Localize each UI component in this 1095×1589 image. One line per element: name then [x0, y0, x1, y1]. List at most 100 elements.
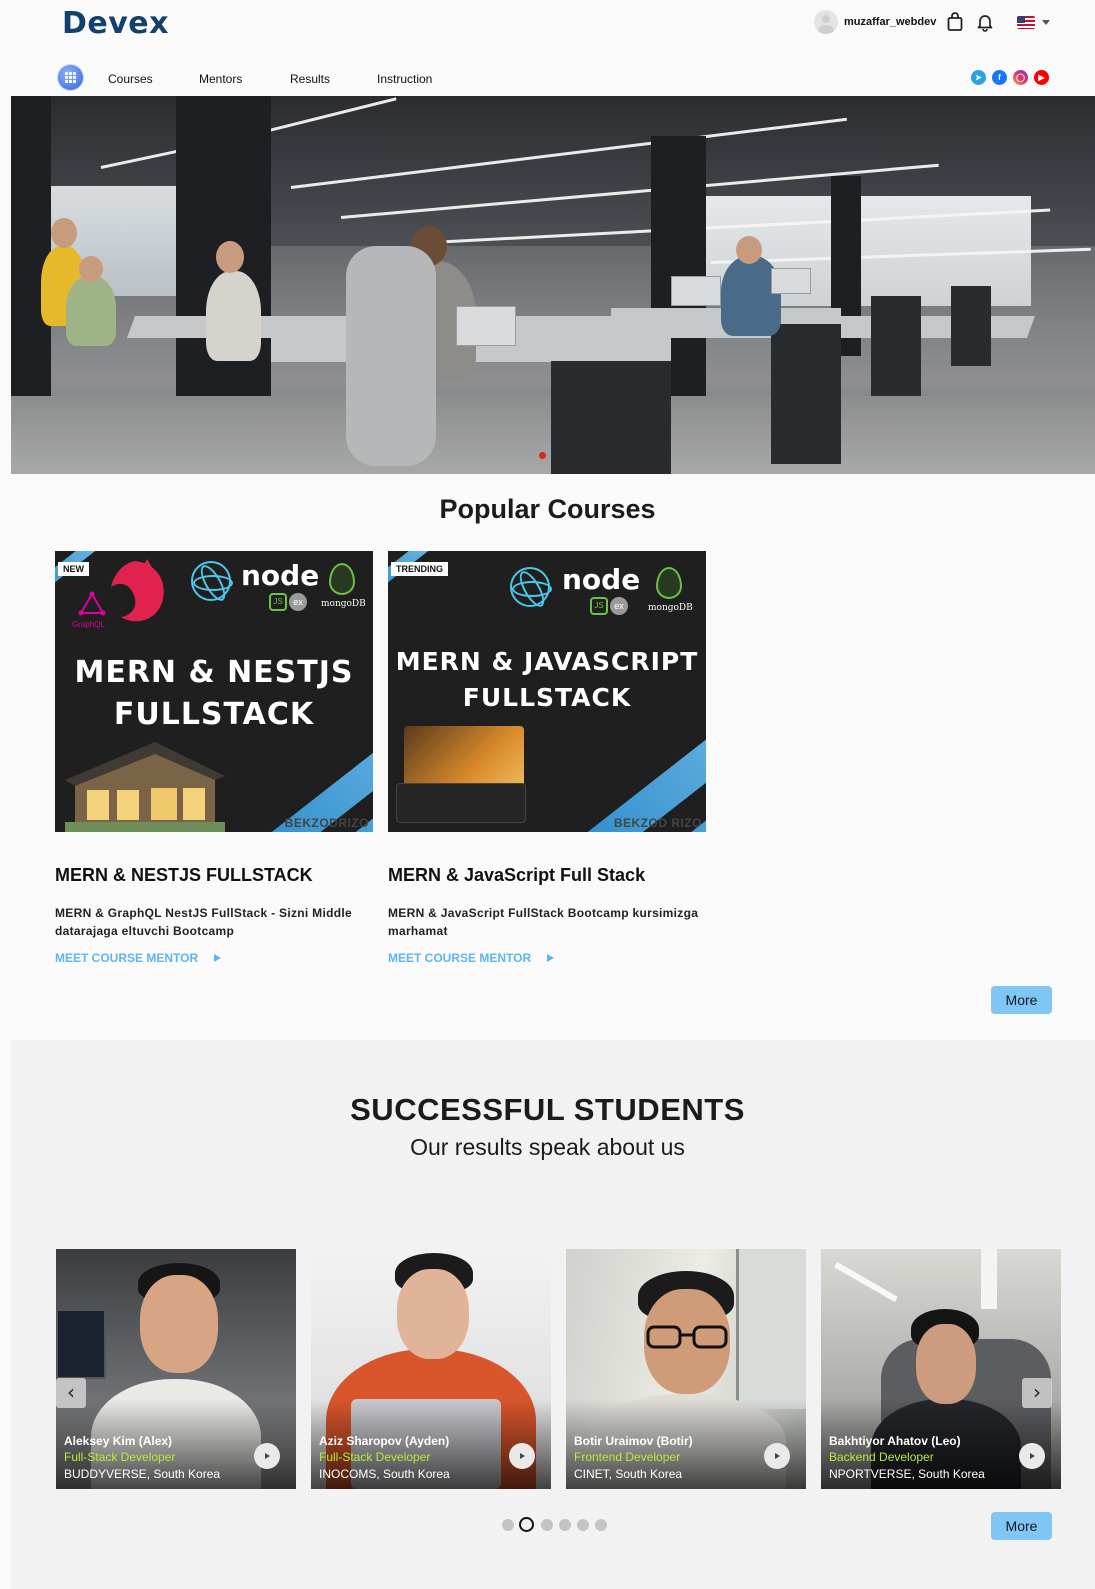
- course-title[interactable]: MERN & JavaScript Full Stack: [388, 865, 645, 886]
- main-nav: Courses Mentors Results Instruction ➤ f …: [0, 62, 1095, 94]
- chevron-right-icon[interactable]: ›: [1022, 1378, 1052, 1408]
- student-card[interactable]: Botir Uraimov (Botir) Frontend Developer…: [566, 1249, 806, 1489]
- student-card[interactable]: Bakhtiyor Ahatov (Leo) Backend Developer…: [821, 1249, 1061, 1489]
- hero-laptop: [456, 306, 516, 346]
- nav-results[interactable]: Results: [290, 72, 330, 86]
- student-company: BUDDYVERSE, South Korea: [64, 1467, 221, 1481]
- carousel-dot[interactable]: [595, 1519, 607, 1531]
- course-tag: NEW: [58, 562, 89, 576]
- glasses-icon: [646, 1325, 728, 1349]
- student-name: Bakhtiyor Ahatov (Leo): [829, 1434, 961, 1448]
- student-card[interactable]: Aziz Sharopov (Ayden) Full-Stack Develop…: [311, 1249, 551, 1489]
- js-badge: JS: [590, 597, 608, 615]
- bell-icon[interactable]: [976, 12, 994, 32]
- course-image-title: MERN & NESTJS: [74, 655, 354, 690]
- graphql-label: GraphQL: [72, 620, 105, 629]
- course-title[interactable]: MERN & NESTJS FULLSTACK: [55, 865, 313, 886]
- top-header: Devex muzaffar_webdev: [0, 0, 1095, 50]
- student-company: INOCOMS, South Korea: [319, 1467, 450, 1481]
- telegram-icon[interactable]: ➤: [971, 70, 986, 85]
- js-badge: JS: [269, 593, 287, 611]
- play-video-icon[interactable]: [509, 1443, 535, 1469]
- course-card[interactable]: TRENDING node JS ex mongoDB MERN & JAVAS…: [388, 551, 706, 965]
- carousel-dot[interactable]: [559, 1519, 571, 1531]
- hero-desk-side: [871, 296, 921, 396]
- node-logo: node: [562, 563, 641, 596]
- meet-course-mentor-link[interactable]: MEET COURSE MENTOR: [55, 951, 221, 965]
- hero-desk-side: [771, 324, 841, 464]
- student-card[interactable]: Aleksey Kim (Alex) Full-Stack Developer …: [56, 1249, 296, 1489]
- nav-courses[interactable]: Courses: [108, 72, 153, 86]
- course-image[interactable]: TRENDING node JS ex mongoDB MERN & JAVAS…: [388, 551, 706, 832]
- student-company: CINET, South Korea: [574, 1467, 683, 1481]
- course-image[interactable]: NEW GraphQL node JS ex mongoDB MERN & NE…: [55, 551, 373, 832]
- courses-more-button[interactable]: More: [991, 986, 1052, 1014]
- express-badge: ex: [610, 597, 628, 615]
- hero-person-head: [51, 218, 77, 248]
- course-description: MERN & JavaScript FullStack Bootcamp kur…: [388, 906, 699, 938]
- carousel-dot-active[interactable]: [519, 1517, 534, 1532]
- shopping-bag-icon[interactable]: [946, 12, 964, 32]
- user-menu[interactable]: muzaffar_webdev: [814, 10, 936, 34]
- react-icon: [510, 567, 552, 607]
- student-name: Aleksey Kim (Alex): [64, 1434, 173, 1448]
- chevron-left-icon[interactable]: ‹: [56, 1378, 86, 1408]
- student-role: Frontend Developer: [574, 1450, 681, 1464]
- course-tag: TRENDING: [391, 562, 448, 576]
- mongodb-icon: [656, 567, 682, 599]
- course-card[interactable]: NEW GraphQL node JS ex mongoDB MERN & NE…: [55, 551, 373, 965]
- popular-courses-title: Popular Courses: [439, 494, 656, 524]
- us-flag-icon[interactable]: [1017, 16, 1035, 29]
- carousel-dot[interactable]: [577, 1519, 589, 1531]
- student-face: [916, 1324, 976, 1404]
- hero-desk-side: [551, 361, 671, 474]
- node-logo: node: [241, 559, 320, 592]
- ceiling-light: [981, 1249, 997, 1309]
- student-name: Aziz Sharopov (Ayden): [319, 1434, 450, 1448]
- facebook-icon[interactable]: f: [992, 70, 1007, 85]
- carousel-dot[interactable]: [502, 1519, 514, 1531]
- meet-course-mentor-link[interactable]: MEET COURSE MENTOR: [388, 951, 554, 965]
- express-badge: ex: [289, 593, 307, 611]
- students-more-button[interactable]: More: [991, 1512, 1052, 1540]
- hero-person: [206, 271, 261, 361]
- hero-slide-indicator[interactable]: [539, 452, 546, 459]
- student-face: [140, 1275, 218, 1373]
- course-image-author: BEKZOD RIZO: [613, 816, 702, 830]
- instagram-icon[interactable]: ◯: [1013, 70, 1028, 85]
- nav-mentors[interactable]: Mentors: [199, 72, 242, 86]
- play-video-icon[interactable]: [254, 1443, 280, 1469]
- avatar[interactable]: [814, 10, 838, 34]
- carousel-dot[interactable]: [541, 1519, 553, 1531]
- nestjs-icon: [111, 559, 164, 622]
- website-screenshot: [396, 783, 526, 823]
- hero-person-head: [736, 236, 762, 264]
- play-video-icon[interactable]: [764, 1443, 790, 1469]
- course-image-title: FULLSTACK: [462, 683, 632, 712]
- nav-instruction[interactable]: Instruction: [377, 72, 432, 86]
- course-image-title: MERN & JAVASCRIPT: [395, 647, 699, 676]
- hero-person: [66, 276, 116, 346]
- react-icon: [191, 561, 233, 601]
- student-role: Backend Developer: [829, 1450, 934, 1464]
- student-role: Full-Stack Developer: [64, 1450, 176, 1464]
- site-logo[interactable]: Devex: [62, 6, 169, 41]
- hero-laptop: [771, 268, 811, 294]
- mongodb-label: mongoDB: [321, 599, 366, 609]
- chevron-down-icon[interactable]: [1042, 20, 1050, 25]
- username[interactable]: muzaffar_webdev: [844, 16, 936, 28]
- course-description: MERN & GraphQL NestJS FullStack - Sizni …: [55, 906, 352, 938]
- course-image-stripe: [388, 551, 457, 615]
- course-image-title: FULLSTACK: [113, 697, 315, 732]
- monitor: [56, 1309, 106, 1379]
- student-face: [397, 1269, 469, 1359]
- hero-pillar: [11, 96, 51, 396]
- hero-person-head: [216, 241, 244, 273]
- apps-grid-icon[interactable]: [58, 65, 83, 90]
- hero-chair: [346, 246, 436, 466]
- course-image-author: BEKZODRIZO: [284, 816, 369, 830]
- hero-banner[interactable]: [11, 96, 1095, 474]
- youtube-icon[interactable]: ▶: [1034, 70, 1049, 85]
- play-video-icon[interactable]: [1019, 1443, 1045, 1469]
- window-frame: [736, 1249, 806, 1409]
